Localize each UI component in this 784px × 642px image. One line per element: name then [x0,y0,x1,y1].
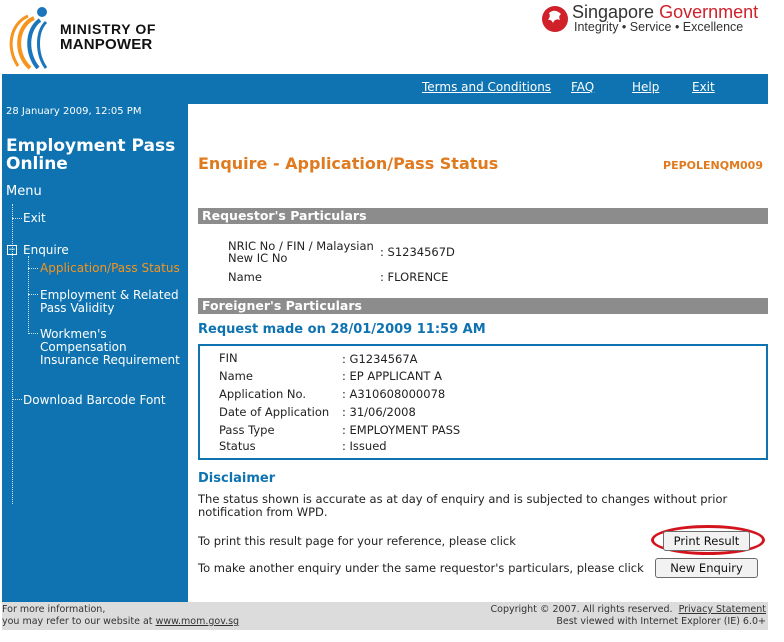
main-content: Enquire - Application/Pass Status PEPOLE… [188,104,768,602]
foreigner-details-box: FIN : G1234567A Name : EP APPLICANT A Ap… [198,344,768,460]
application-no-label: Application No. [219,387,307,401]
exit-link[interactable]: Exit [692,80,715,94]
ministry-logo-text: MINISTRY OF MANPOWER [60,21,157,53]
mom-logo-icon [9,7,48,70]
sidebar-item-download-barcode[interactable]: Download Barcode Font [23,394,166,407]
requestor-id-value: : S1234567D [380,245,455,259]
requestor-name-label: Name [228,270,262,284]
page-code: PEPOLENQM009 [663,159,763,172]
sidebar-item-application-status[interactable]: Application/Pass Status [40,262,185,275]
footer-info-line2: you may refer to our website at www.mom.… [2,616,239,628]
request-made-timestamp: Request made on 28/01/2009 11:59 AM [198,322,486,337]
tree-branch [28,268,38,269]
date-of-application-value: : 31/06/2008 [342,405,416,419]
print-instruction: To print this result page for your refer… [198,534,516,548]
privacy-statement-link[interactable]: Privacy Statement [679,604,766,615]
sg-gov-title-part1: Singapore [572,2,655,22]
ministry-line1: MINISTRY OF [60,21,157,37]
session-timestamp: 28 January 2009, 12:05 PM [6,106,142,117]
tree-branch [28,294,38,295]
sidebar-item-pass-validity[interactable]: Employment & Related Pass Validity [40,289,180,315]
tree-subline [28,256,29,334]
footer-copyright-line: Copyright © 2007. All rights reserved. P… [491,604,767,616]
tree-branch [28,333,38,334]
sidebar: 28 January 2009, 12:05 PM Employment Pas… [2,104,188,602]
new-enquiry-button[interactable]: New Enquiry [655,558,758,578]
sidebar-item-exit[interactable]: Exit [23,212,46,225]
copyright-text: Copyright © 2007. All rights reserved. [490,604,673,615]
tree-branch [12,218,22,219]
ministry-line2: MANPOWER [60,36,153,53]
page-footer: For more information, you may refer to o… [2,602,768,630]
disclaimer-title: Disclaimer [198,471,276,486]
requestor-section-header: Requestor's Particulars [198,208,768,224]
top-nav-bar: Terms and Conditions FAQ Help Exit [2,74,768,104]
page-header: MINISTRY OF MANPOWER Singapore Governmen… [0,0,784,74]
sg-gov-title-part2: Government [659,2,759,22]
sidebar-item-wica-requirement[interactable]: Workmen's Compensation Insurance Require… [40,328,186,367]
requestor-id-label: NRIC No / FIN / Malaysian New IC No [228,239,374,265]
foreigner-section-header: Foreigner's Particulars [198,298,768,314]
tree-branch [12,399,22,400]
collapse-icon[interactable]: − [7,245,17,255]
status-label: Status [219,439,256,453]
pass-type-label: Pass Type [219,423,275,437]
disclaimer-text: The status shown is accurate as at day o… [198,492,728,519]
mom-website-link[interactable]: www.mom.gov.sg [156,616,240,627]
page-title: Enquire - Application/Pass Status [198,154,499,173]
footer-info-prefix: you may refer to our website at [2,616,156,627]
pass-type-value: : EMPLOYMENT PASS [342,423,461,437]
help-link[interactable]: Help [632,80,659,94]
footer-info-line1: For more information, [2,604,106,615]
footer-info: For more information, you may refer to o… [2,604,239,628]
lion-head-icon [542,6,568,32]
new-enquiry-instruction: To make another enquiry under the same r… [198,561,644,575]
status-value: : Issued [342,439,387,453]
sg-gov-tagline: Integrity • Service • Excellence [574,20,744,34]
fin-label: FIN [219,351,238,365]
date-of-application-label: Date of Application [219,405,330,419]
print-result-button[interactable]: Print Result [663,531,750,551]
sidebar-item-enquire[interactable]: Enquire [23,244,69,257]
applicant-name-value: : EP APPLICANT A [342,369,442,383]
application-no-value: : A310608000078 [342,387,446,401]
requestor-name-value: : FLORENCE [380,270,449,284]
menu-label: Menu [6,184,42,199]
applicant-name-label: Name [219,369,253,383]
best-viewed-text: Best viewed with Internet Explorer (IE) … [556,616,766,627]
terms-link[interactable]: Terms and Conditions [422,80,551,94]
faq-link[interactable]: FAQ [571,80,594,94]
app-title: Employment Pass Online [6,136,176,174]
footer-legal: Copyright © 2007. All rights reserved. P… [491,604,767,628]
fin-value: : G1234567A [342,352,418,366]
